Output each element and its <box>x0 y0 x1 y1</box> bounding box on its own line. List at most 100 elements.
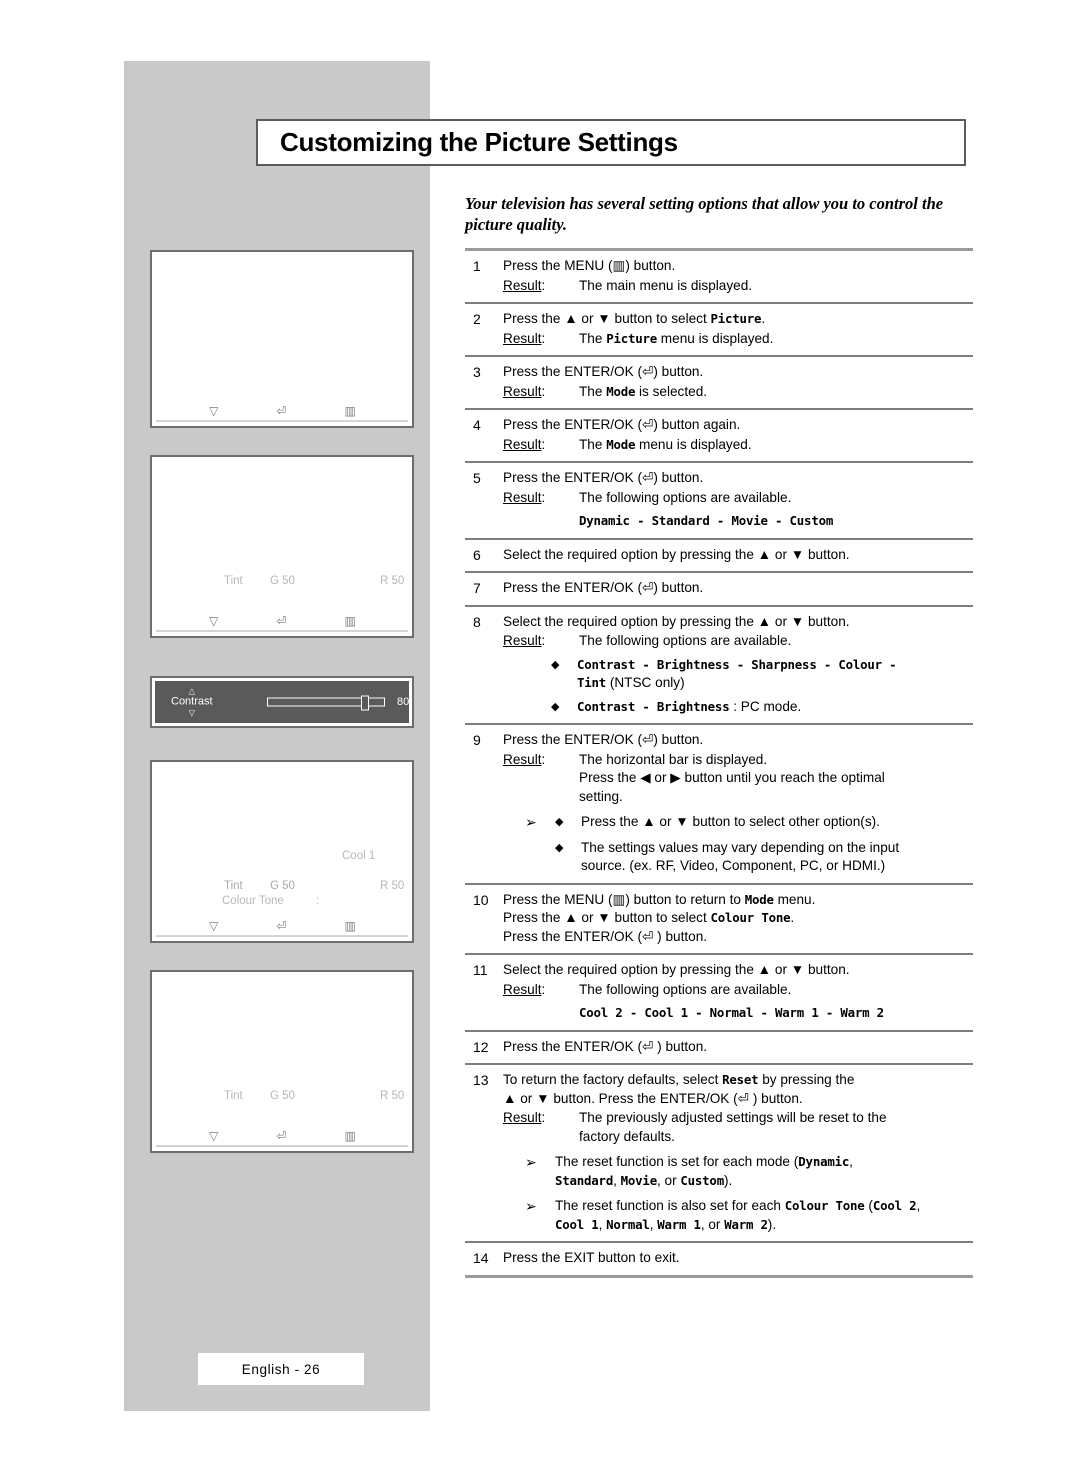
down-triangle-icon: ▽ <box>209 1129 219 1143</box>
line1-post: by pressing the <box>758 1072 855 1087</box>
line2-mono: Colour Tone <box>710 910 791 925</box>
arrow-note-icon: ➢ <box>525 814 537 830</box>
diamond-icon: ◆ <box>551 658 560 671</box>
step-body: Select the required option by pressing t… <box>503 546 973 565</box>
result-label-underline: Result <box>503 489 542 505</box>
result-label: Result: <box>503 751 546 767</box>
option-list: Dynamic - Standard - Movie - Custom <box>579 513 834 528</box>
line2-pre: Press the ▲ or ▼ button to select <box>503 910 711 925</box>
note-mono-2: Standard <box>555 1172 614 1188</box>
bullet-plain: (NTSC only) <box>606 675 685 690</box>
result-pre: The <box>579 436 607 452</box>
step-number: 5 <box>473 470 481 486</box>
osd-illustration-2: Tint G 50 R 50 ▽ ⏎ ▥ <box>150 455 414 638</box>
note-text: Press the ▲ or ▼ button to select other … <box>581 814 880 829</box>
note-mono-4: Normal <box>606 1216 650 1232</box>
step-body: Press the MENU (▥) button. Result: The m… <box>503 257 973 295</box>
result-text-line1: The horizontal bar is displayed. <box>579 751 768 767</box>
result-label: Result: <box>503 489 546 505</box>
osd4-colon: : <box>316 895 320 907</box>
step-row: 13 To return the factory defaults, selec… <box>465 1065 973 1241</box>
osd2-label-tint: Tint <box>224 575 243 587</box>
osd4-label-tint: Tint <box>224 880 243 892</box>
bullet-item: ◆ Contrast - Brightness : PC mode. <box>503 698 973 717</box>
note-line2: Standard, Movie, or Custom). <box>555 1172 973 1191</box>
result-mono: Mode <box>606 436 636 452</box>
step-text: Press the ENTER/OK (⏎) button. <box>503 732 704 747</box>
step-row: 9 Press the ENTER/OK (⏎) button. Result:… <box>465 725 973 883</box>
step-text-line1: To return the factory defaults, select R… <box>503 1071 973 1090</box>
note-mono-1: Dynamic <box>798 1154 850 1169</box>
enter-return-icon: ⏎ <box>276 1129 287 1143</box>
result-label-underline: Result <box>503 383 542 399</box>
result-pre: The <box>579 383 607 399</box>
contrast-label-group: △ Contrast ▽ <box>171 687 213 718</box>
enter-return-icon: ⏎ <box>276 404 287 418</box>
result-label: Result: <box>503 436 546 452</box>
option-list: Cool 2 - Cool 1 - Normal - Warm 1 - Warm… <box>579 1005 884 1020</box>
contrast-slider-track[interactable] <box>267 695 385 711</box>
result-line: Result: The Mode menu is displayed. <box>503 436 973 455</box>
menu-icon: ▥ <box>344 614 355 628</box>
step-text: Press the ▲ or ▼ button to select Pictur… <box>503 310 973 329</box>
result-text: The main menu is displayed. <box>579 277 753 293</box>
result-line: Result: The following options are availa… <box>503 981 973 1000</box>
result-mono: Picture <box>606 330 658 346</box>
osd-icon-row: ▽ ⏎ ▥ <box>152 1130 412 1143</box>
enter-return-icon: ⏎ <box>276 614 287 628</box>
step-number: 13 <box>473 1072 489 1088</box>
note-item: ➢ ◆ Press the ▲ or ▼ button to select ot… <box>503 813 973 832</box>
osd-illustration-4: Tint G 50 R 50 ▽ ⏎ ▥ <box>150 970 414 1153</box>
step-body: Select the required option by pressing t… <box>503 613 973 717</box>
step-row: 4 Press the ENTER/OK (⏎) button again. R… <box>465 410 973 461</box>
result-post: is selected. <box>635 383 708 399</box>
step-text-line3: Press the ENTER/OK (⏎ ) button. <box>503 928 708 944</box>
note-sep-b: , or <box>656 1172 681 1188</box>
step-text: Press the EXIT button to exit. <box>503 1250 680 1265</box>
up-triangle-icon: △ <box>188 686 195 696</box>
osd5-value-red: R 50 <box>380 1090 405 1102</box>
osd2-value-red: R 50 <box>380 575 405 587</box>
osd-separator <box>156 1145 408 1147</box>
diamond-icon: ◆ <box>555 816 564 828</box>
step-body: Press the ENTER/OK (⏎) button. Result: T… <box>503 469 973 531</box>
bullet-text: Contrast - Brightness : PC mode. <box>577 698 973 717</box>
result-text: The following options are available. <box>579 489 792 505</box>
result-text: The Mode is selected. <box>579 383 973 402</box>
result-text: The following options are available. <box>579 633 792 648</box>
osd-icon-row: ▽ ⏎ ▥ <box>152 405 412 418</box>
result-post: menu is displayed. <box>657 330 774 346</box>
result-label-underline: Result <box>503 751 542 767</box>
note-line1: The reset function is set for each mode … <box>555 1153 973 1172</box>
step-body: Press the ENTER/OK (⏎) button. Result: T… <box>503 731 973 876</box>
step-body: To return the factory defaults, select R… <box>503 1071 973 1234</box>
osd4-label-colour-tone: Colour Tone <box>222 895 284 907</box>
arrow-note-icon: ➢ <box>525 1198 537 1214</box>
contrast-slider-knob[interactable] <box>360 695 369 711</box>
note-sep-c: ). <box>723 1172 733 1188</box>
note-item: ➢ The reset function is set for each mod… <box>503 1153 973 1190</box>
result-line: Result: The following options are availa… <box>503 489 973 508</box>
note-line1: The reset function is also set for each … <box>555 1197 973 1216</box>
result-line: Result: The following options are availa… <box>503 632 973 651</box>
arrow-note-icon-empty <box>525 839 555 876</box>
step-number: 2 <box>473 311 481 327</box>
step-text: Select the required option by pressing t… <box>503 613 850 629</box>
step-body: Press the ENTER/OK (⏎) button again. Res… <box>503 416 973 454</box>
result-text: The following options are available. <box>579 981 792 997</box>
note-mid: , <box>849 1154 853 1169</box>
step-text-mono: Picture <box>710 311 762 326</box>
result-pre: The <box>579 330 607 346</box>
step-number: 11 <box>473 962 488 978</box>
osd5-label-tint: Tint <box>224 1090 243 1102</box>
step-row: 14 Press the EXIT button to exit. <box>465 1243 973 1275</box>
note-pre: The reset function is also set for each <box>555 1198 785 1213</box>
result-text: The Picture menu is displayed. <box>579 330 973 349</box>
result-line: Result: The horizontal bar is displayed.… <box>503 751 973 807</box>
page-title: Customizing the Picture Settings <box>280 127 678 157</box>
line1-mono: Mode <box>744 891 774 907</box>
result-text-line2: Press the ◀ or ▶ button until you reach … <box>579 770 885 785</box>
down-triangle-icon: ▽ <box>209 919 219 933</box>
step-body: Press the ▲ or ▼ button to select Pictur… <box>503 310 973 348</box>
osd-separator <box>156 630 408 632</box>
